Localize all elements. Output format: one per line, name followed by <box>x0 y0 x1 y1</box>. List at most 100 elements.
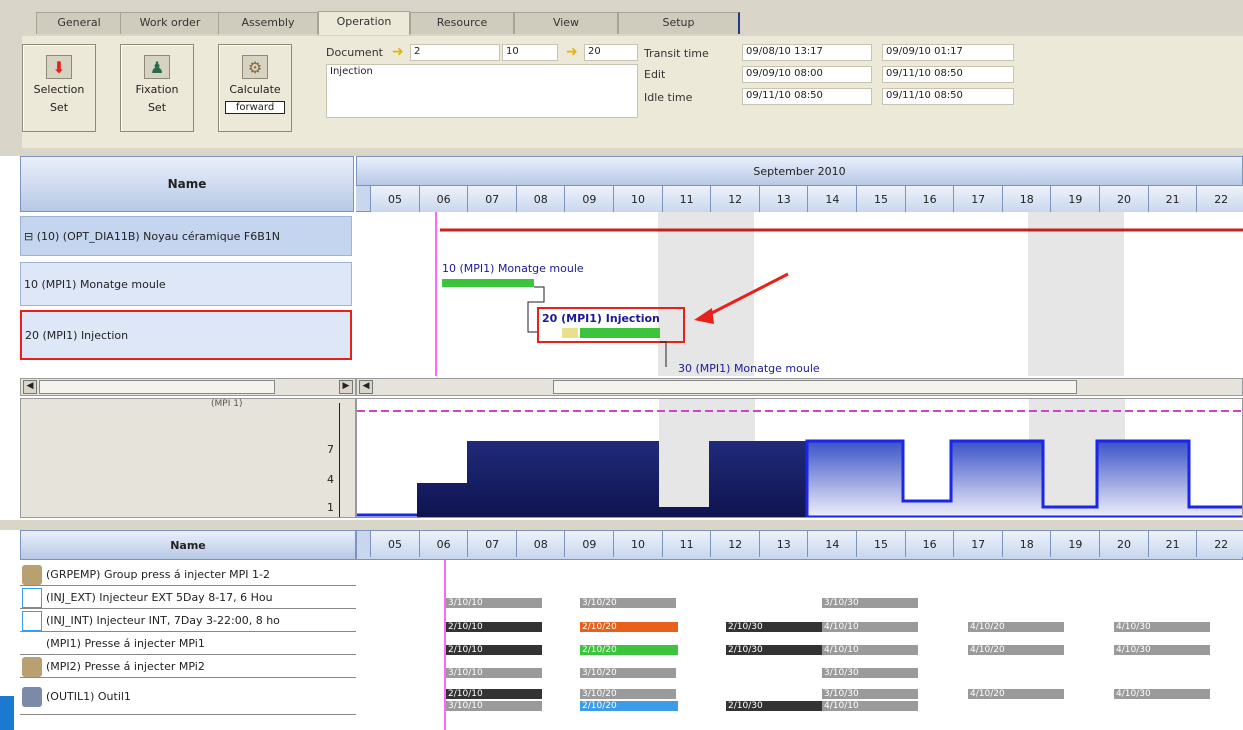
tab-resource[interactable]: Resource <box>410 12 514 34</box>
resources-name-header[interactable]: Name <box>20 530 356 560</box>
weekend-shade-3 <box>1028 212 1076 376</box>
transit-start-field[interactable]: 09/08/10 13:17 <box>742 44 872 61</box>
bar[interactable]: 2/10/30 <box>726 701 822 711</box>
tab-assembly[interactable]: Assembly <box>218 12 318 34</box>
day-header-cell: 20 <box>1099 186 1148 212</box>
tool-icon <box>22 686 42 707</box>
idle-end-field[interactable]: 09/11/10 08:50 <box>882 88 1014 105</box>
resource-day-cell: 09 <box>564 531 614 557</box>
day-header-cell: 19 <box>1050 186 1100 212</box>
op20-setup <box>562 328 578 338</box>
resource-row-inj-ext[interactable]: (INJ_EXT) Injecteur EXT 5Day 8-17, 6 Hou <box>20 587 357 609</box>
left-horizontal-scrollbar[interactable]: ◀ ▶ <box>20 378 356 396</box>
bar[interactable]: 3/10/20 <box>580 668 676 678</box>
resource-name: (INJ_INT) Injecteur INT, 7Day 3-22:00, 8… <box>46 614 280 627</box>
transit-end-field[interactable]: 09/09/10 01:17 <box>882 44 1014 61</box>
tab-setup[interactable]: Setup <box>618 12 740 34</box>
resource-row-mpi1[interactable]: (MPI1) Presse á injecter MPi1 <box>20 633 357 655</box>
resource-day-cell: 05 <box>370 531 419 557</box>
bar[interactable]: 2/10/20 <box>580 701 678 711</box>
arrow-right-icon-2: ➜ <box>566 44 578 60</box>
scroll-left-icon[interactable]: ◀ <box>23 380 37 394</box>
chart-scroll-left-icon[interactable]: ◀ <box>359 380 373 394</box>
tab-operation[interactable]: Operation <box>318 11 410 35</box>
document-description-field[interactable]: Injection <box>326 64 638 118</box>
day-header-cell: 12 <box>710 186 760 212</box>
document-to-field[interactable]: 20 <box>584 44 638 61</box>
document-from-field[interactable]: 2 <box>410 44 500 61</box>
load-axis-panel: (MPI 1) 7 4 1 <box>20 398 356 518</box>
gantt-chart-area: 10 (MPI1) Monatge moule 20 (MPI1) Inject… <box>356 212 1243 376</box>
scroll-thumb[interactable] <box>39 380 275 394</box>
document-mid-field[interactable]: 10 <box>502 44 558 61</box>
resource-row-inj-int[interactable]: (INJ_INT) Injecteur INT, 7Day 3-22:00, 8… <box>20 610 357 632</box>
calculate-sub-label: forward <box>225 101 285 114</box>
bar[interactable]: 4/10/30 <box>1114 622 1210 632</box>
operation-row-10[interactable]: 10 (MPI1) Monatge moule <box>20 262 352 306</box>
bar[interactable]: 2/10/10 <box>446 645 542 655</box>
gantt-name-header[interactable]: Name <box>20 156 354 212</box>
edit-end-field[interactable]: 09/11/10 08:50 <box>882 66 1014 83</box>
bar[interactable]: 3/10/10 <box>446 668 542 678</box>
splitter-2[interactable] <box>0 520 1243 530</box>
bar[interactable]: 3/10/30 <box>822 668 918 678</box>
scroll-right-icon[interactable]: ▶ <box>339 380 353 394</box>
resource-day-cell: 11 <box>661 531 711 557</box>
bar[interactable]: 4/10/20 <box>968 645 1064 655</box>
resource-row-grpemp[interactable]: (GRPEMP) Group press á injecter MPI 1-2 <box>20 564 357 586</box>
selection-set-button[interactable]: ⬇ Selection Set <box>22 44 96 132</box>
bar[interactable]: 3/10/20 <box>580 689 676 699</box>
bar[interactable]: 4/10/30 <box>1114 645 1210 655</box>
edit-start-field[interactable]: 09/09/10 08:00 <box>742 66 872 83</box>
bar[interactable]: 4/10/10 <box>822 645 918 655</box>
bar[interactable]: 2/10/20 <box>580 645 678 655</box>
arrow-right-icon: ➜ <box>392 44 404 60</box>
tab-view[interactable]: View <box>514 12 618 34</box>
resource-row-outil1[interactable]: (OUTIL1) Outil1 <box>20 679 357 715</box>
bar[interactable]: 3/10/20 <box>580 598 676 608</box>
resource-row-mpi2[interactable]: (MPI2) Presse á injecter MPi2 <box>20 656 357 678</box>
bar[interactable]: 2/10/30 <box>726 622 822 632</box>
resource-day-cell: 07 <box>467 531 517 557</box>
bar[interactable]: 4/10/30 <box>1114 689 1210 699</box>
load-svg <box>357 399 1242 517</box>
bar[interactable]: 4/10/20 <box>968 622 1064 632</box>
resource-day-cell: 08 <box>515 531 565 557</box>
tick-1: 1 <box>327 501 334 514</box>
bar[interactable]: 4/10/10 <box>822 701 918 711</box>
bar[interactable]: 4/10/20 <box>968 689 1064 699</box>
bar[interactable]: 4/10/10 <box>822 622 918 632</box>
down-arrow-icon: ⬇ <box>46 55 72 79</box>
selection-label: Selection <box>33 83 85 96</box>
bar[interactable]: 3/10/10 <box>446 701 542 711</box>
day-header-cell: 14 <box>807 186 857 212</box>
bar[interactable]: 3/10/30 <box>822 689 918 699</box>
chart-scroll-thumb[interactable] <box>553 380 1077 394</box>
operation-row-20[interactable]: 20 (MPI1) Injection <box>20 310 352 360</box>
fixation-set-button[interactable]: ♟ Fixation Set <box>120 44 194 132</box>
bar[interactable]: 3/10/10 <box>446 598 542 608</box>
resource-name: (MPI1) Presse á injecter MPi1 <box>46 637 205 650</box>
edit-label: Edit <box>644 68 666 81</box>
tab-general[interactable]: General <box>36 12 122 34</box>
idle-start-field[interactable]: 09/11/10 08:50 <box>742 88 872 105</box>
resource-day-cell: 19 <box>1050 531 1100 557</box>
resource-name: (OUTIL1) Outil1 <box>46 690 131 703</box>
tab-work-order[interactable]: Work order <box>120 12 220 34</box>
bar[interactable]: 2/10/10 <box>446 622 542 632</box>
bar[interactable]: 2/10/10 <box>446 689 542 699</box>
bar[interactable]: 2/10/20 <box>580 622 678 632</box>
day-header-cell: 22 <box>1196 186 1243 212</box>
day-header-cell: 15 <box>856 186 905 212</box>
selection-sub-label: Set <box>49 101 69 114</box>
tick-7: 7 <box>327 443 334 456</box>
bar[interactable]: 3/10/30 <box>822 598 918 608</box>
operation-row-summary[interactable]: ⊟ (10) (OPT_DIA11B) Noyau céramique F6B1… <box>20 216 352 256</box>
day-header-cell: 18 <box>1001 186 1051 212</box>
bar[interactable]: 2/10/30 <box>726 645 822 655</box>
chart-horizontal-scrollbar[interactable]: ◀ <box>356 378 1243 396</box>
edge-tab <box>0 696 14 730</box>
calculate-forward-button[interactable]: ⚙ Calculate forward <box>218 44 292 132</box>
resource-day-cell: 22 <box>1196 531 1243 557</box>
network-icon <box>22 587 42 608</box>
